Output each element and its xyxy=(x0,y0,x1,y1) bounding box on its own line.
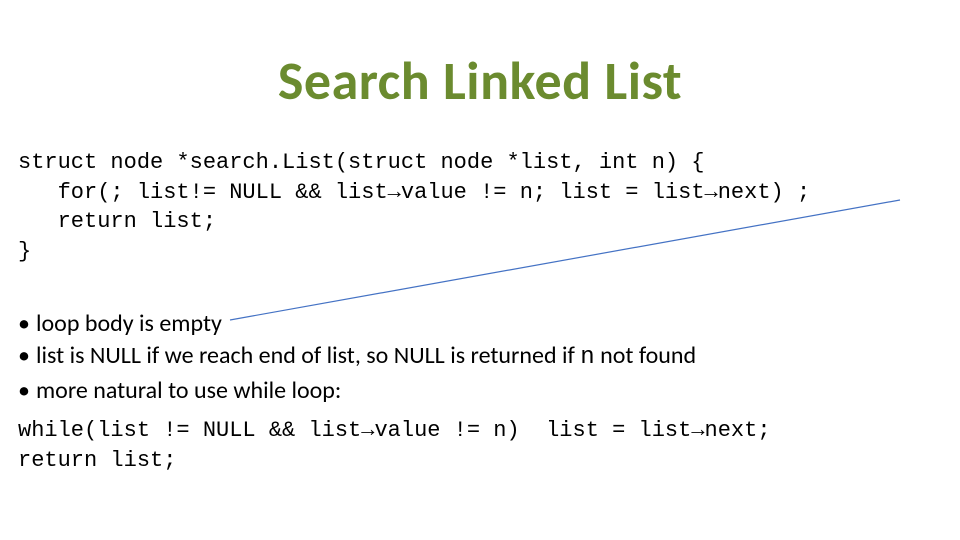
arrow-icon: → xyxy=(361,418,374,443)
bullet-icon: • xyxy=(18,340,36,374)
code2-line-1c: next; xyxy=(705,418,771,443)
slide: Search Linked List struct node *search.L… xyxy=(0,0,960,540)
code-line-4: } xyxy=(18,239,31,264)
code2-line-1b: value != n) list = list xyxy=(374,418,691,443)
arrow-icon: → xyxy=(691,418,704,443)
code2-line-2: return list; xyxy=(18,448,176,473)
code-line-3: return list; xyxy=(18,209,216,234)
bullet-icon: • xyxy=(18,375,36,407)
bullet-list: • loop body is empty • list is NULL if w… xyxy=(18,308,938,407)
code-line-2c: next) ; xyxy=(718,180,810,205)
code-block-searchlist: struct node *search.List(struct node *li… xyxy=(18,148,938,267)
bullet-item: • list is NULL if we reach end of list, … xyxy=(18,340,938,374)
code-block-while: while(list != NULL && list→value != n) l… xyxy=(18,416,938,475)
bullet-item: • more natural to use while loop: xyxy=(18,375,938,407)
inline-code-n: n xyxy=(580,344,594,371)
arrow-icon: → xyxy=(705,180,718,205)
bullet-item: • loop body is empty xyxy=(18,308,938,340)
arrow-icon: → xyxy=(388,180,401,205)
bullet-text: loop body is empty xyxy=(36,308,222,340)
code-line-1: struct node *search.List(struct node *li… xyxy=(18,150,705,175)
bullet-text: more natural to use while loop: xyxy=(36,375,341,407)
code2-line-1a: while(list != NULL && list xyxy=(18,418,361,443)
code-line-2b: value != n; list = list xyxy=(401,180,705,205)
slide-title: Search Linked List xyxy=(0,48,960,114)
bullet-icon: • xyxy=(18,308,36,340)
code-line-2a: for(; list!= NULL && list xyxy=(18,180,388,205)
bullet-text: list is NULL if we reach end of list, so… xyxy=(36,340,696,374)
